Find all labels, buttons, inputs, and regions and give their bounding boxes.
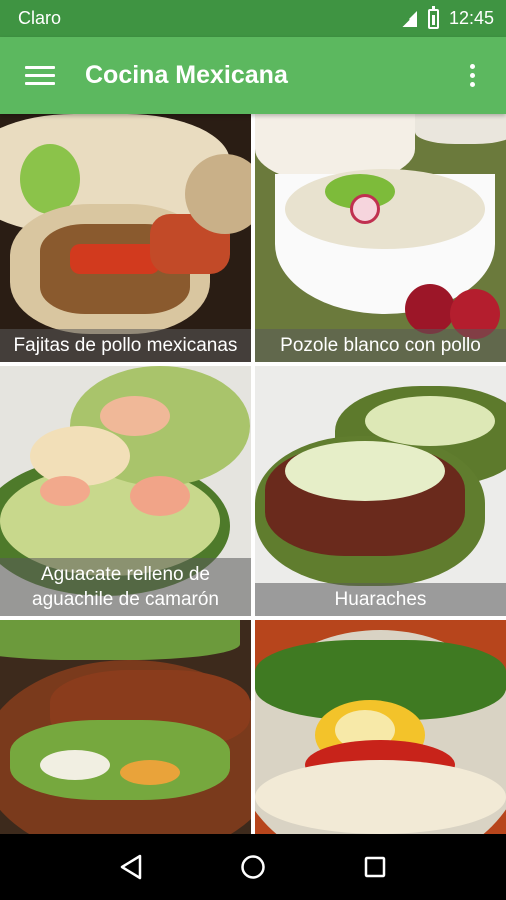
recipe-card-aguacate[interactable]: Aguacate relleno de aguachile de camarón <box>0 366 251 616</box>
home-icon[interactable] <box>228 842 278 892</box>
status-icons: 12:45 <box>400 5 494 29</box>
status-bar: Claro 12:45 <box>0 0 506 37</box>
recipe-image <box>255 366 506 616</box>
clock: 12:45 <box>448 8 494 28</box>
recipe-image <box>0 114 251 362</box>
recipe-image <box>0 620 251 834</box>
recipe-image <box>255 620 506 834</box>
recipe-grid: Fajitas de pollo mexicanas Pozole blanco… <box>0 114 506 834</box>
signal-icon <box>400 10 417 28</box>
system-nav-bar <box>0 834 506 900</box>
recipe-card-5[interactable] <box>0 620 251 834</box>
recipe-title: Fajitas de pollo mexicanas <box>0 329 251 362</box>
recents-icon[interactable] <box>350 842 400 892</box>
back-icon[interactable] <box>106 842 156 892</box>
recipe-card-huaraches[interactable]: Huaraches <box>255 366 506 616</box>
recipe-title: Pozole blanco con pollo <box>255 329 506 362</box>
hamburger-menu-icon[interactable] <box>13 49 67 103</box>
recipe-card-fajitas[interactable]: Fajitas de pollo mexicanas <box>0 114 251 362</box>
app-title: Cocina Mexicana <box>85 61 288 89</box>
app-bar: Cocina Mexicana <box>0 37 506 114</box>
recipe-card-6[interactable] <box>255 620 506 834</box>
battery-icon <box>427 5 439 29</box>
carrier-name: Claro <box>18 8 62 28</box>
recipe-image <box>255 114 506 362</box>
recipe-title: Huaraches <box>255 583 506 616</box>
recipe-card-pozole[interactable]: Pozole blanco con pollo <box>255 114 506 362</box>
more-vert-icon[interactable] <box>452 49 492 103</box>
recipe-title: Aguacate relleno de aguachile de camarón <box>0 558 251 616</box>
